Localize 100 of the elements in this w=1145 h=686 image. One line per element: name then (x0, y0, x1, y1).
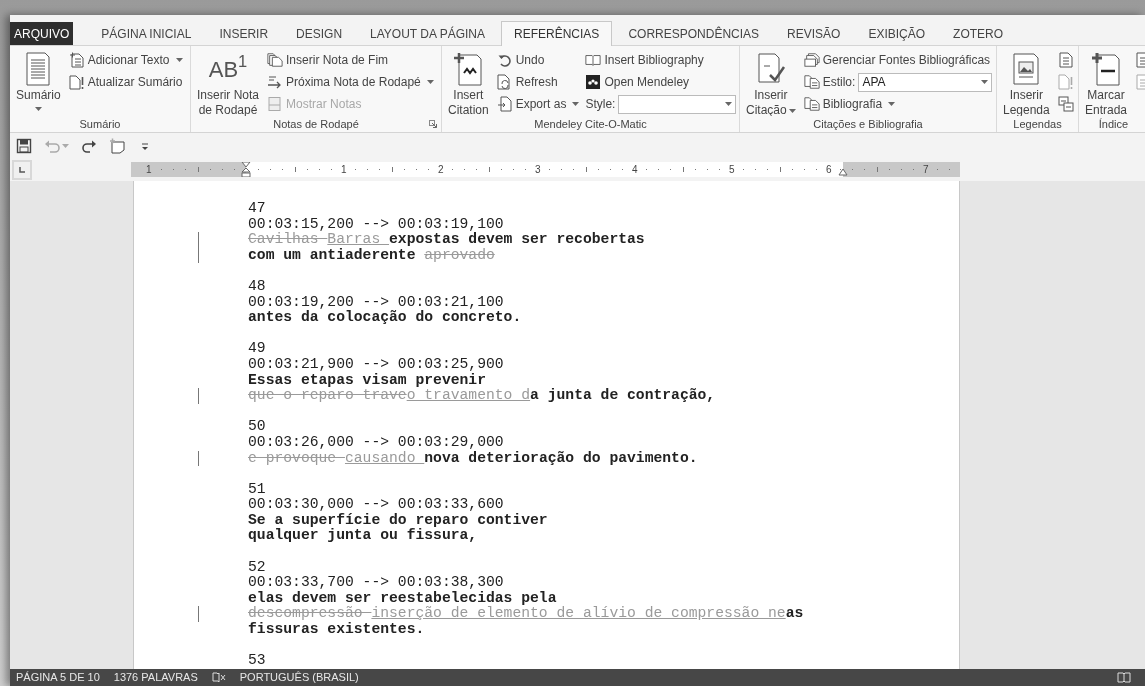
dialog-launcher-icon[interactable] (429, 120, 437, 128)
stacked-pages-icon (267, 52, 284, 68)
refresh-document-icon (496, 74, 513, 90)
ribbon-tab[interactable]: INSERIR (205, 22, 283, 45)
ribbon-button[interactable]: Adicionar Texto (68, 50, 183, 70)
large-ribbon-button[interactable]: Sumário (14, 50, 63, 111)
large-ribbon-button[interactable]: Insert Citation (446, 50, 491, 116)
subtitle-number: 48 (248, 278, 266, 295)
ribbon-button[interactable]: Undo (496, 50, 580, 70)
subtitle-text: antes da colocação do concreto. (248, 310, 522, 326)
subtitle-number: 49 (248, 341, 266, 357)
subtitle-text: Se a superfície do reparo contiver (248, 512, 548, 528)
ribbon-button[interactable]: Bibliografia (803, 94, 993, 114)
subtitle-number: 50 (248, 419, 266, 435)
save-icon (16, 137, 32, 154)
proofing-book-icon[interactable] (211, 672, 226, 683)
note-icon (109, 137, 125, 154)
dropdown-caret-icon (981, 80, 989, 84)
field-label: Estilo: (822, 74, 856, 91)
ribbon-button[interactable]: Refresh (496, 72, 580, 92)
ribbon-button[interactable]: Gerenciar Fontes Bibliográficas (803, 50, 993, 70)
ruler-number: 3 (534, 163, 542, 176)
subtitle-text: que o reparo traveo travamento da junta de contração, (248, 388, 716, 404)
subtitle-timing: 00:03:26,000 --> 00:03:29,000 (248, 434, 504, 451)
indent-marker-icon[interactable] (838, 168, 848, 176)
group-label: Mendeley Cite-O-Matic (534, 117, 647, 132)
indent-marker-icon[interactable] (241, 162, 251, 177)
group-label: Índice (1098, 117, 1129, 132)
tab-stop-selector[interactable] (12, 159, 32, 180)
document-icon (1057, 52, 1074, 68)
ribbon-button[interactable]: Próxima Nota de Rodapé (267, 72, 434, 92)
ribbon-icon-button[interactable] (1057, 94, 1074, 114)
document-exclamation-icon (1057, 74, 1074, 90)
ruler-number: 2 (437, 163, 445, 176)
ruler-number: 5 (728, 163, 736, 176)
group-label: Sumário (79, 117, 121, 132)
note-panel-icon (267, 96, 284, 112)
large-ribbon-button[interactable]: Inserir Citação (744, 50, 798, 116)
style-dropdown[interactable]: APA (858, 72, 993, 92)
ribbon-tab[interactable]: DESIGN (282, 22, 357, 45)
subtitle-text: descompressão inserção de elemento de alívio de compressão neas (248, 606, 804, 622)
ribbon-button[interactable]: Insert Bibliography (585, 50, 737, 70)
app-logo-icon (585, 74, 602, 90)
document-plus-icon (453, 51, 484, 87)
language-status[interactable]: PORTUGUÊS (BRASIL) (239, 669, 359, 686)
group-label: Notas de Rodapé (273, 117, 359, 132)
dropdown-caret-icon (725, 102, 733, 106)
page-count[interactable]: PÁGINA 5 DE 10 (16, 669, 100, 686)
field-label: Style: (585, 96, 616, 113)
subtitle-number: 52 (248, 559, 266, 576)
ruler-number: 6 (825, 163, 833, 176)
ribbon-tab[interactable]: ZOTERO (939, 22, 1018, 45)
subtitle-number: 51 (248, 481, 266, 498)
ribbon-tab[interactable]: LAYOUT DA PÁGINA (356, 22, 499, 45)
word-count[interactable]: 1376 PALAVRAS (113, 669, 198, 686)
ribbon-button[interactable]: Export as (496, 94, 580, 114)
subtitle-text: Essas etapas visam prevenir (248, 372, 486, 389)
ruler[interactable]: 1 1 2 3 4 5 6 7 (131, 162, 960, 177)
ribbon-button[interactable]: Open Mendeley (585, 72, 737, 92)
document-stack-icon (803, 96, 820, 112)
large-ribbon-button[interactable]: Inserir Legenda (1001, 50, 1052, 116)
undo-icon (496, 52, 513, 68)
subtitle-timing: 00:03:33,700 --> 00:03:38,300 (248, 575, 504, 591)
subtitle-timing: 00:03:15,200 --> 00:03:19,100 (248, 216, 504, 232)
subtitle-text: e provoque causando nova deterioração do pavimento. (248, 450, 698, 467)
document-exclamation-icon (68, 74, 85, 90)
large-ribbon-button[interactable]: AB$^{1}$ Inserir Nota de Rodapé (195, 50, 262, 116)
picture-document-icon (1011, 51, 1042, 87)
ribbon-icon-button[interactable] (1057, 50, 1074, 70)
subtitle-text: fissuras existentes. (248, 622, 425, 638)
subtitle-text: Cavilhas Barras expostas devem ser recobertas (248, 232, 645, 248)
stacked-documents-icon (803, 52, 820, 68)
footnote-glyph: AB$^{1}$ (208, 50, 248, 84)
ribbon-tab[interactable]: CORRESPONDÊNCIAS (614, 22, 774, 45)
subtitle-timing: 00:03:30,000 --> 00:03:33,600 (248, 497, 504, 513)
ribbon-button[interactable]: Inserir Nota de Fim (267, 50, 434, 70)
export-document-icon (496, 96, 513, 112)
tab-stop-icon (18, 165, 26, 174)
open-book-icon (585, 52, 602, 68)
ruler-number: 1 (340, 163, 348, 176)
ribbon-tab[interactable]: REFERÊNCIAS (501, 21, 613, 46)
subtitle-number: 47 (248, 201, 266, 217)
subtitle-text: com um antiaderente aprovado (248, 247, 495, 264)
file-tab[interactable]: ARQUIVO (10, 22, 74, 45)
subtitle-text: qualquer junta ou fissura, (248, 528, 478, 545)
linked-boxes-icon (1057, 96, 1074, 112)
quick-access-button[interactable] (16, 137, 32, 154)
document-plus-minus-icon (1091, 51, 1121, 87)
ruler-number: 7 (922, 163, 930, 176)
ruler-number: 4 (631, 163, 639, 176)
ribbon-tab[interactable]: EXIBIÇÃO (854, 22, 940, 45)
ribbon-button[interactable]: Atualizar Sumário (68, 72, 183, 92)
ribbon-tab[interactable]: REVISÃO (773, 22, 855, 45)
ribbon-tab[interactable]: PÁGINA INICIAL (87, 22, 206, 45)
read-mode-icon[interactable] (1117, 672, 1131, 683)
dropdown-caret-icon (62, 143, 69, 148)
group-label: Citações e Bibliografia (813, 117, 923, 132)
large-ribbon-button[interactable]: Marcar Entrada (1083, 50, 1130, 116)
subtitle-number: 53 (248, 653, 266, 669)
subtitle-timing: 00:03:19,200 --> 00:03:21,100 (248, 294, 504, 310)
